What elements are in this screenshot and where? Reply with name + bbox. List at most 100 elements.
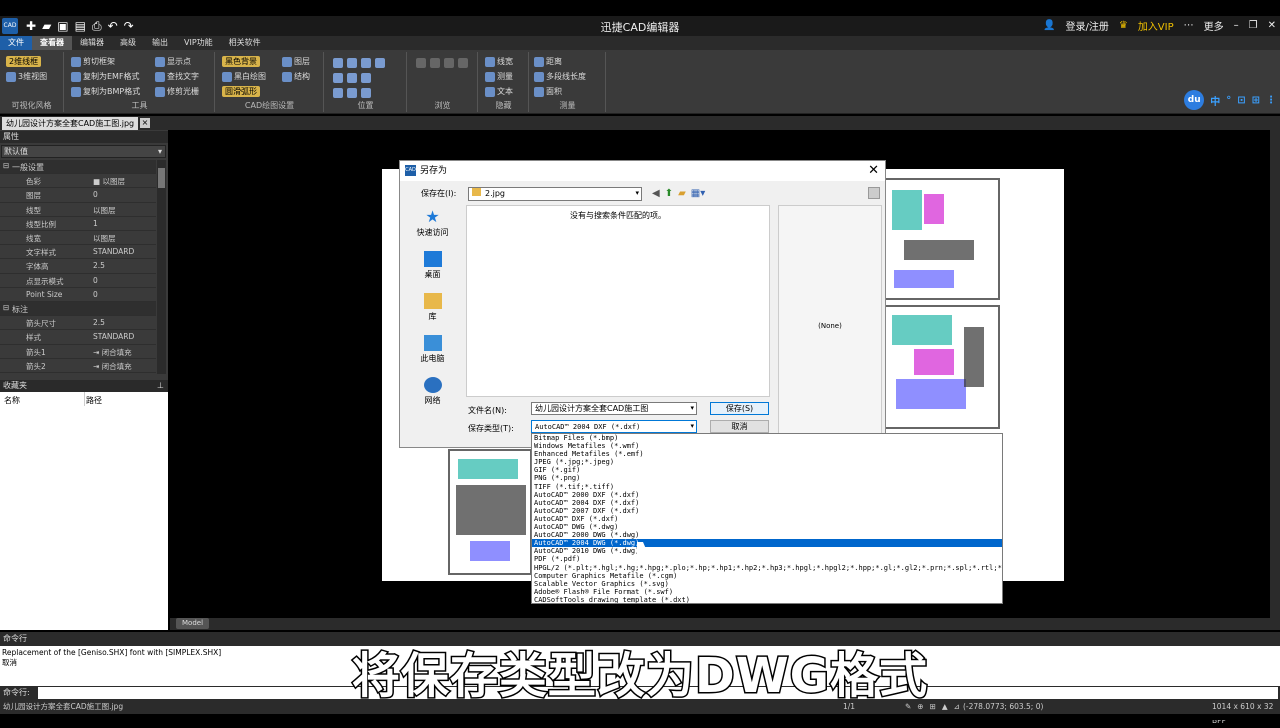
property-value[interactable]: ⇥ 闭合填充	[93, 361, 132, 372]
pan-hand-icon[interactable]	[375, 58, 385, 68]
property-value[interactable]: 0	[93, 276, 98, 285]
bw-drawing-button[interactable]: 黑白绘图	[222, 71, 266, 82]
orbit-icon[interactable]	[361, 88, 371, 98]
pin-icon[interactable]: ⊥	[157, 380, 164, 392]
filetype-option[interactable]: CADSoftTools drawing template (*.dxt)	[532, 596, 1002, 603]
polyline-length-button[interactable]: 多段线长度	[534, 71, 586, 82]
document-tab[interactable]: 幼儿园设计方案全套CAD施工图.jpg	[2, 117, 139, 130]
filetype-option[interactable]: AutoCAD™ 2007 DXF (*.dxf)	[532, 507, 1002, 515]
cancel-button[interactable]: 取消	[710, 420, 769, 433]
grid-icon[interactable]: ⊞	[1252, 95, 1260, 106]
vip-link[interactable]: 加入VIP	[1138, 18, 1174, 33]
structure-button[interactable]: 结构	[282, 71, 310, 82]
magnify-icon[interactable]	[347, 88, 357, 98]
property-value[interactable]: 2.5	[93, 318, 105, 327]
canvas-vertical-scrollbar[interactable]	[1270, 130, 1280, 620]
property-value[interactable]: 以图层	[93, 233, 116, 244]
more-link[interactable]: 更多	[1204, 18, 1224, 33]
filetype-option[interactable]: PNG (*.png)	[532, 474, 1002, 482]
filetype-option[interactable]: HPGL/2 (*.plt;*.hgl;*.hg;*.hpg;*.plo;*.h…	[532, 564, 1002, 572]
layers-button[interactable]: 图层	[282, 56, 310, 67]
rotate-icon[interactable]	[333, 88, 343, 98]
save-button[interactable]: 保存(S)	[710, 402, 769, 415]
menu-vip[interactable]: VIP功能	[176, 36, 221, 50]
filetype-option[interactable]: AutoCAD™ 2004 DXF (*.dxf)	[532, 499, 1002, 507]
property-category[interactable]: ⊟ 标注	[0, 302, 156, 317]
3d-view-button[interactable]: 3维视图	[6, 71, 47, 82]
new-icon[interactable]: ✚	[26, 19, 36, 34]
filetype-option[interactable]: AutoCAD™ 2010 DWG (*.dwg)	[532, 547, 1002, 555]
redo-icon[interactable]: ↷	[124, 19, 134, 34]
zoom-window-icon[interactable]	[333, 58, 343, 68]
open-folder-icon[interactable]: ▰	[42, 19, 51, 34]
filename-input[interactable]: 幼儿园设计方案全套CAD施工图 ▾	[531, 402, 697, 415]
chinese-mode-icon[interactable]: 中	[1210, 93, 1220, 108]
place-desktop[interactable]: 桌面	[405, 251, 460, 280]
area-button[interactable]: 面积	[534, 86, 562, 97]
copy-emf-button[interactable]: 复制为EMF格式	[71, 71, 140, 82]
model-tab[interactable]: Model	[176, 618, 210, 629]
login-link[interactable]: 登录/注册	[1065, 18, 1108, 33]
scroll-thumb[interactable]	[158, 168, 165, 188]
filetype-option[interactable]: AutoCAD™ 2004 DWG (*.dwg)	[532, 539, 1002, 548]
filetype-option[interactable]: AutoCAD™ DWG (*.dwg)	[532, 523, 1002, 531]
property-category[interactable]: ⊟ 一般设置	[0, 160, 156, 175]
property-row[interactable]: 点显示模式 0	[0, 274, 156, 288]
menu-advanced[interactable]: 高级	[112, 36, 144, 50]
save-as-icon[interactable]: ▤	[75, 19, 86, 34]
file-list[interactable]: 没有与搜索条件匹配的项。	[466, 205, 770, 397]
text-hide-button[interactable]: 文本	[485, 86, 513, 97]
print-icon[interactable]: ⎙	[92, 19, 102, 34]
copy-bmp-button[interactable]: 复制为BMP格式	[71, 86, 140, 97]
zoom-icon[interactable]	[347, 58, 357, 68]
extents-icon[interactable]	[347, 73, 357, 83]
property-row[interactable]: Point Size 0	[0, 288, 156, 302]
back-icon[interactable]	[416, 58, 426, 68]
filetype-option[interactable]: Bitmap Files (*.bmp)	[532, 434, 1002, 442]
filetype-option[interactable]: JPEG (*.jpg;*.jpeg)	[532, 458, 1002, 466]
forward-icon[interactable]	[430, 58, 440, 68]
restore-icon[interactable]: ❐	[1249, 20, 1258, 31]
user-icon[interactable]: 👤	[1043, 20, 1055, 31]
place-network[interactable]: 网络	[405, 377, 460, 406]
filetype-option[interactable]: Enhanced Metafiles (*.emf)	[532, 450, 1002, 458]
menu-viewer[interactable]: 查看器	[32, 36, 72, 50]
property-row[interactable]: 箭头尺寸 2.5	[0, 316, 156, 331]
filetype-option[interactable]: Computer Graphics Metafile (*.cgm)	[532, 572, 1002, 580]
zoom-in-icon[interactable]	[361, 58, 371, 68]
property-value[interactable]: ⇥ 闭合填充	[93, 347, 132, 358]
filetype-option[interactable]: AutoCAD™ 2000 DXF (*.dxf)	[532, 491, 1002, 499]
close-icon[interactable]: ✕	[1268, 20, 1276, 31]
filetype-option[interactable]: Windows Metafiles (*.wmf)	[532, 442, 1002, 450]
property-row[interactable]: 线宽 以图层	[0, 231, 156, 246]
more-icon[interactable]: ⋯	[1184, 20, 1194, 31]
2d-wireframe-button[interactable]: 2维线框	[6, 56, 42, 67]
line-width-button[interactable]: 线宽	[485, 56, 513, 67]
property-row[interactable]: 样式 STANDARD	[0, 330, 156, 345]
save-icon[interactable]: ▣	[57, 19, 68, 34]
find-text-button[interactable]: 查找文字	[155, 71, 199, 82]
filetype-option[interactable]: Adobe® Flash® File Format (*.swf)	[532, 588, 1002, 596]
fit-icon[interactable]	[333, 73, 343, 83]
trim-raster-button[interactable]: 修剪光栅	[155, 86, 199, 97]
refresh-icon[interactable]	[444, 58, 454, 68]
stop-icon[interactable]	[458, 58, 468, 68]
punctuation-icon[interactable]: °	[1226, 95, 1231, 106]
filetype-option[interactable]: AutoCAD™ DXF (*.dxf)	[532, 515, 1002, 523]
filetype-option[interactable]: Scalable Vector Graphics (*.svg)	[532, 580, 1002, 588]
new-folder-icon[interactable]: ▰	[678, 188, 686, 199]
view-menu-icon[interactable]: ▦▾	[691, 188, 705, 199]
property-row[interactable]: 图层 0	[0, 188, 156, 203]
menu-dots-icon[interactable]: ⋮	[1266, 95, 1276, 106]
black-bg-button[interactable]: 黑色背景	[222, 56, 260, 67]
filetype-option[interactable]: GIF (*.gif)	[532, 466, 1002, 474]
smooth-arc-button[interactable]: 圆滑弧形	[222, 86, 260, 97]
properties-combo[interactable]: 默认值 ▾	[1, 145, 166, 158]
keyboard-icon[interactable]: ⊡	[1237, 95, 1245, 106]
place-this-pc[interactable]: 此电脑	[405, 335, 460, 364]
distance-button[interactable]: 距离	[534, 56, 562, 67]
property-row[interactable]: 字体高 2.5	[0, 259, 156, 274]
collapse-icon[interactable]: ⊟	[3, 303, 9, 312]
zoom-out-icon[interactable]	[361, 73, 371, 83]
save-in-combo[interactable]: 2.jpg ▾	[468, 187, 642, 201]
